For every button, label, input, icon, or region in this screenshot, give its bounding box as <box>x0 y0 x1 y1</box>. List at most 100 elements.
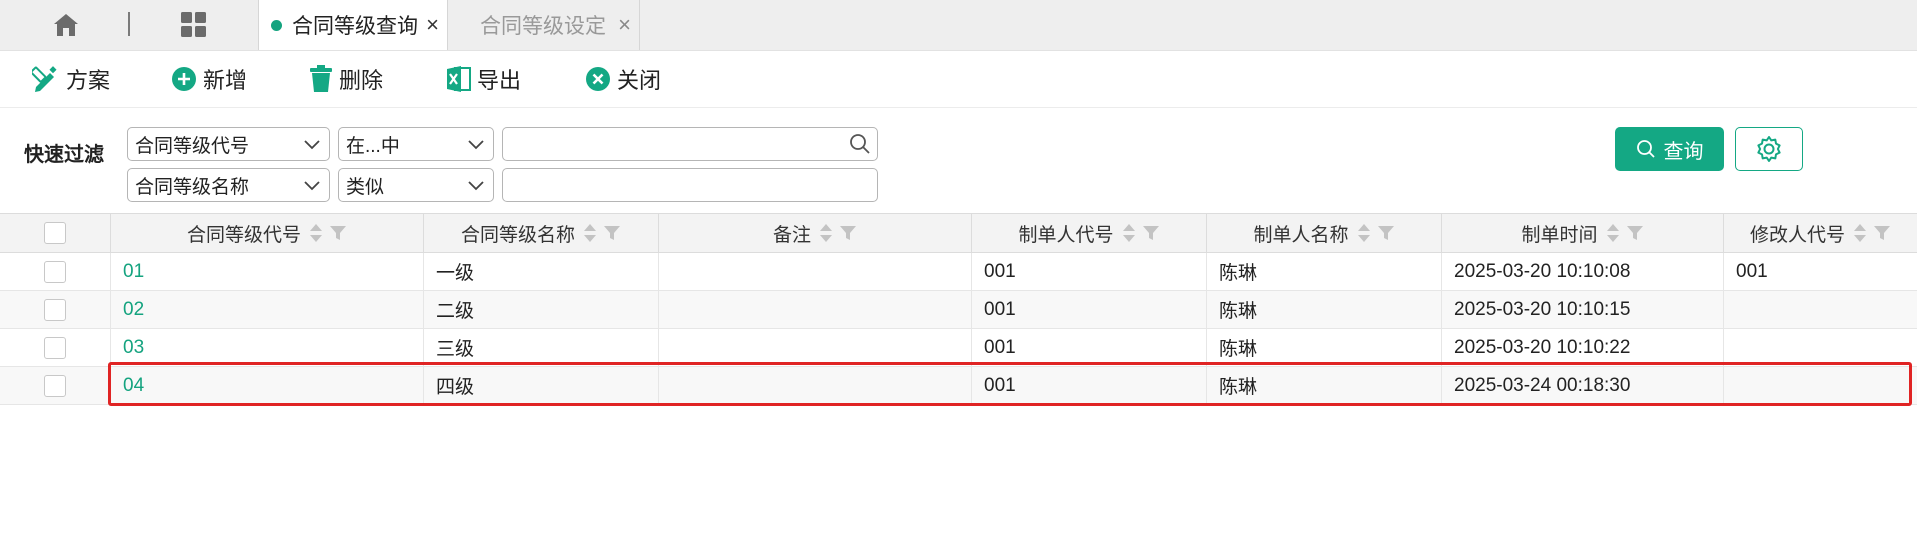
column-header-code[interactable]: 合同等级代号 <box>111 214 424 252</box>
sort-icon[interactable] <box>1357 223 1371 243</box>
row-checkbox[interactable] <box>44 260 66 283</box>
filter-value-input-2[interactable] <box>502 168 878 202</box>
scheme-button[interactable]: 方案 <box>32 65 110 93</box>
sort-icon[interactable] <box>309 223 323 243</box>
cell-code[interactable]: 04 <box>111 367 424 404</box>
sort-icon[interactable] <box>583 223 597 243</box>
sort-icon[interactable] <box>1606 223 1620 243</box>
search-icon[interactable] <box>849 133 871 155</box>
row-checkbox[interactable] <box>44 374 66 397</box>
column-header-label: 合同等级代号 <box>186 224 301 246</box>
column-header-label: 备注 <box>772 224 811 246</box>
pencil-ruler-icon <box>32 66 57 92</box>
export-label: 导出 <box>477 68 522 93</box>
export-button[interactable]: 导出 <box>447 65 521 93</box>
row-select-cell <box>0 329 111 366</box>
cell-creator-name: 陈琳 <box>1207 291 1442 328</box>
cell-creator-code: 001 <box>972 329 1207 366</box>
table-row[interactable]: 02 二级 001 陈琳 2025-03-20 10:10:15 <box>0 291 1917 329</box>
column-header-remark[interactable]: 备注 <box>659 214 972 252</box>
close-label: 关闭 <box>617 68 662 93</box>
cell-created-at: 2025-03-24 00:18:30 <box>1442 367 1724 404</box>
cell-remark <box>659 253 972 290</box>
column-filter-icon[interactable] <box>603 224 621 242</box>
cell-creator-code: 001 <box>972 291 1207 328</box>
cell-modifier-code <box>1724 367 1917 404</box>
column-header-created-at[interactable]: 制单时间 <box>1442 214 1724 252</box>
cell-creator-name: 陈琳 <box>1207 329 1442 366</box>
cell-modifier-code: 001 <box>1736 260 1768 282</box>
column-header-modifier-code[interactable]: 修改人代号 <box>1724 214 1917 252</box>
filter-value-input-1[interactable] <box>502 127 878 161</box>
cell-name: 三级 <box>424 329 659 366</box>
row-checkbox[interactable] <box>44 298 66 321</box>
query-button[interactable]: 查询 <box>1615 127 1724 171</box>
tab-label: 合同等级设定 <box>480 15 606 38</box>
column-filter-icon[interactable] <box>1873 224 1891 242</box>
filter-operator-select-2[interactable]: 类似 <box>338 168 494 202</box>
filter-settings-button[interactable] <box>1735 127 1803 171</box>
quick-filter-label: 快速过滤 <box>24 144 104 166</box>
tab-contract-level-query[interactable]: 合同等级查询 × <box>258 0 448 50</box>
delete-button[interactable]: 删除 <box>309 65 383 93</box>
apps-grid-icon[interactable] <box>180 12 208 38</box>
header-select-all <box>0 214 111 252</box>
data-grid: 合同等级代号 合同等级名称 备注 制单人代号 制单人名称 制单时间 修改人代号 … <box>0 213 1917 553</box>
cell-created-at: 2025-03-20 10:10:22 <box>1442 329 1724 366</box>
filter-field-select-2[interactable]: 合同等级名称 <box>127 168 330 202</box>
tab-contract-level-setup[interactable]: 合同等级设定 × <box>450 0 640 50</box>
filter-field-select-1[interactable]: 合同等级代号 <box>127 127 330 161</box>
column-filter-icon[interactable] <box>1142 224 1160 242</box>
home-icon[interactable] <box>52 12 80 38</box>
trash-icon <box>310 65 332 92</box>
close-button[interactable]: 关闭 <box>585 65 661 93</box>
close-tab-icon[interactable]: × <box>618 12 631 38</box>
filter-operator-value: 类似 <box>346 176 385 198</box>
cell-code[interactable]: 02 <box>111 291 424 328</box>
column-header-creator-name[interactable]: 制单人名称 <box>1207 214 1442 252</box>
select-all-checkbox[interactable] <box>44 222 66 244</box>
gear-icon <box>1757 136 1781 162</box>
add-button[interactable]: 新增 <box>171 65 247 93</box>
filter-field-value: 合同等级代号 <box>135 135 250 157</box>
table-row[interactable]: 01 一级 001 陈琳 2025-03-20 10:10:08 001 <box>0 253 1917 291</box>
cell-code[interactable]: 01 <box>111 253 424 290</box>
column-filter-icon[interactable] <box>329 224 347 242</box>
tab-bar: 合同等级查询 × 合同等级设定 × <box>0 0 1917 51</box>
close-tab-icon[interactable]: × <box>426 12 439 38</box>
filter-operator-value: 在...中 <box>346 135 400 157</box>
column-filter-icon[interactable] <box>839 224 857 242</box>
filter-operator-select-1[interactable]: 在...中 <box>338 127 494 161</box>
chevron-down-icon <box>468 181 484 191</box>
column-filter-icon[interactable] <box>1377 224 1395 242</box>
column-header-label: 制单时间 <box>1521 224 1598 246</box>
tab-label: 合同等级查询 <box>292 15 418 38</box>
row-checkbox[interactable] <box>44 336 66 359</box>
column-header-creator-code[interactable]: 制单人代号 <box>972 214 1207 252</box>
add-label: 新增 <box>203 68 248 93</box>
sort-icon[interactable] <box>819 223 833 243</box>
cell-remark <box>659 329 972 366</box>
tab-separator <box>128 12 130 36</box>
cell-code[interactable]: 03 <box>111 329 424 366</box>
query-label: 查询 <box>1663 140 1704 163</box>
scheme-label: 方案 <box>66 68 111 93</box>
column-filter-icon[interactable] <box>1626 224 1644 242</box>
sort-icon[interactable] <box>1853 223 1867 243</box>
chevron-down-icon <box>468 140 484 150</box>
cell-creator-name: 陈琳 <box>1207 367 1442 404</box>
table-row[interactable]: 03 三级 001 陈琳 2025-03-20 10:10:22 <box>0 329 1917 367</box>
column-header-label: 合同等级名称 <box>460 224 575 246</box>
row-select-cell <box>0 367 111 404</box>
cell-creator-code: 001 <box>972 253 1207 290</box>
sort-icon[interactable] <box>1122 223 1136 243</box>
cell-remark <box>659 291 972 328</box>
cell-creator-code: 001 <box>972 367 1207 404</box>
column-header-label: 制单人代号 <box>1018 224 1114 246</box>
cell-modifier-code <box>1724 291 1917 328</box>
column-header-label: 修改人代号 <box>1749 224 1845 246</box>
column-header-name[interactable]: 合同等级名称 <box>424 214 659 252</box>
cell-name: 二级 <box>424 291 659 328</box>
table-row[interactable]: 04 四级 001 陈琳 2025-03-24 00:18:30 <box>0 367 1917 405</box>
column-header-label: 制单人名称 <box>1253 224 1349 246</box>
